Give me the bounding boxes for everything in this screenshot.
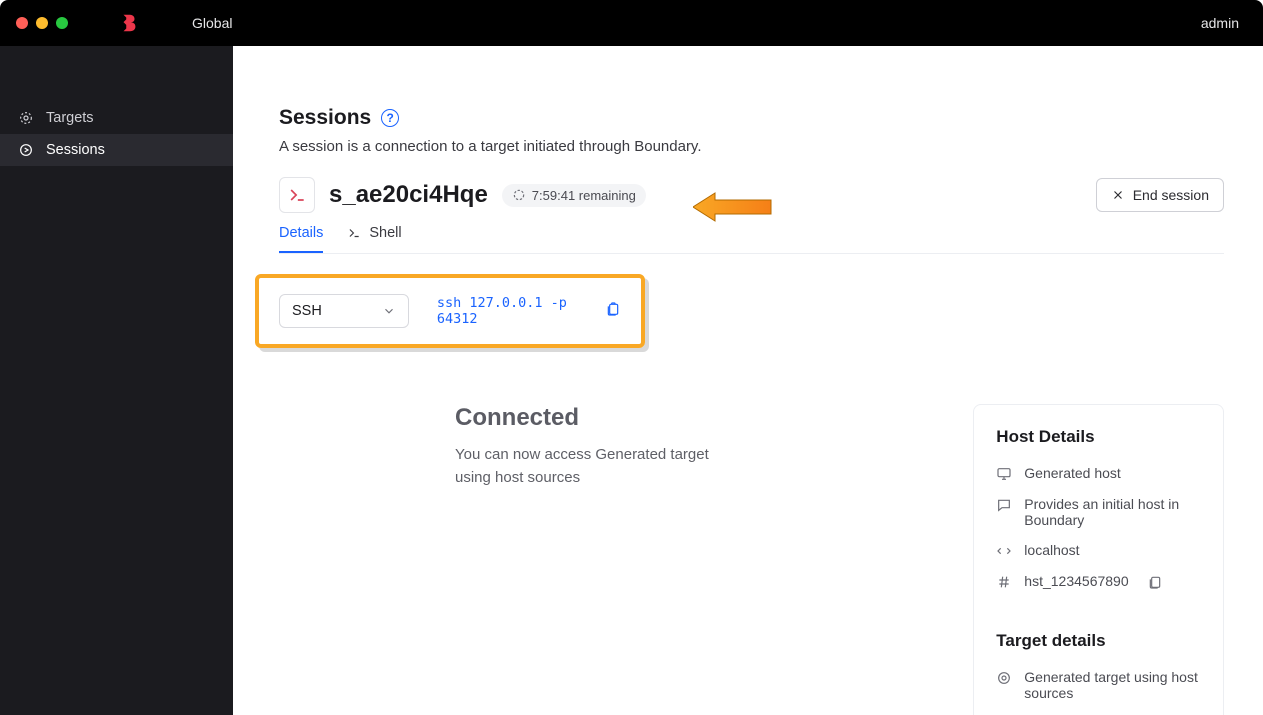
network-icon [996, 543, 1012, 559]
connected-status: Connected You can now access Generated t… [455, 404, 933, 715]
host-name-row: Generated host [996, 465, 1201, 482]
user-menu[interactable]: admin [1193, 15, 1247, 31]
protocol-value: SSH [292, 303, 322, 319]
session-icon [18, 142, 34, 158]
host-address: localhost [1024, 542, 1079, 558]
details-panel: Host Details Generated host Provides an … [973, 404, 1224, 715]
protocol-select[interactable]: SSH [279, 294, 409, 328]
sidebar: Targets Sessions [0, 46, 233, 715]
sidebar-item-targets[interactable]: Targets [0, 102, 233, 134]
scope-label: Global [192, 15, 232, 31]
clipboard-icon [1147, 574, 1163, 590]
tab-details[interactable]: Details [279, 225, 323, 253]
host-details-heading: Host Details [996, 427, 1201, 447]
terminal-icon [347, 226, 361, 240]
window-controls [16, 17, 68, 29]
connected-text: You can now access Generated target usin… [455, 444, 735, 489]
host-id-row: hst_1234567890 [996, 573, 1201, 593]
close-window-icon[interactable] [16, 17, 28, 29]
page-title: Sessions [279, 106, 371, 130]
tab-shell[interactable]: Shell [347, 225, 401, 253]
sidebar-label: Targets [46, 110, 94, 126]
target-name: Generated target using host sources [1024, 669, 1201, 701]
copy-host-id-button[interactable] [1147, 573, 1163, 593]
connection-command: ssh 127.0.0.1 -p 64312 [437, 295, 577, 327]
app-logo [118, 12, 140, 34]
help-icon[interactable]: ? [381, 109, 399, 127]
tab-label: Details [279, 225, 323, 241]
terminal-icon [287, 185, 307, 205]
titlebar: Global admin [0, 0, 1263, 46]
sidebar-label: Sessions [46, 142, 105, 158]
host-name: Generated host [1024, 465, 1121, 481]
connected-title: Connected [455, 404, 933, 432]
target-icon [18, 110, 34, 126]
session-id: s_ae20ci4Hqe [329, 181, 488, 209]
session-remaining-badge: 7:59:41 remaining [502, 184, 646, 207]
host-id: hst_1234567890 [1024, 573, 1128, 589]
session-type-icon [279, 177, 315, 213]
tab-bar: Details Shell [279, 225, 1224, 254]
copy-command-button[interactable] [605, 301, 621, 322]
remaining-text: 7:59:41 remaining [532, 188, 636, 203]
target-name-row: Generated target using host sources [996, 669, 1201, 701]
connection-command-panel: SSH ssh 127.0.0.1 -p 64312 [255, 274, 645, 348]
end-session-button[interactable]: End session [1096, 178, 1224, 212]
tab-label: Shell [369, 225, 401, 241]
maximize-window-icon[interactable] [56, 17, 68, 29]
main-content: Sessions ? A session is a connection to … [233, 46, 1263, 715]
page-subtitle: A session is a connection to a target in… [279, 138, 1224, 155]
clock-icon [512, 188, 526, 202]
host-address-row: localhost [996, 542, 1201, 559]
end-session-label: End session [1133, 187, 1209, 203]
target-details-heading: Target details [996, 631, 1201, 651]
user-label: admin [1201, 15, 1239, 31]
monitor-icon [996, 466, 1012, 482]
minimize-window-icon[interactable] [36, 17, 48, 29]
hash-icon [996, 574, 1012, 590]
scope-switcher[interactable]: Global [184, 15, 240, 31]
message-icon [996, 497, 1012, 513]
chevron-down-icon [382, 304, 396, 318]
close-icon [1111, 188, 1125, 202]
sidebar-item-sessions[interactable]: Sessions [0, 134, 233, 166]
clipboard-icon [605, 301, 621, 317]
host-desc-row: Provides an initial host in Boundary [996, 496, 1201, 528]
target-icon [996, 670, 1012, 686]
host-desc: Provides an initial host in Boundary [1024, 496, 1201, 528]
